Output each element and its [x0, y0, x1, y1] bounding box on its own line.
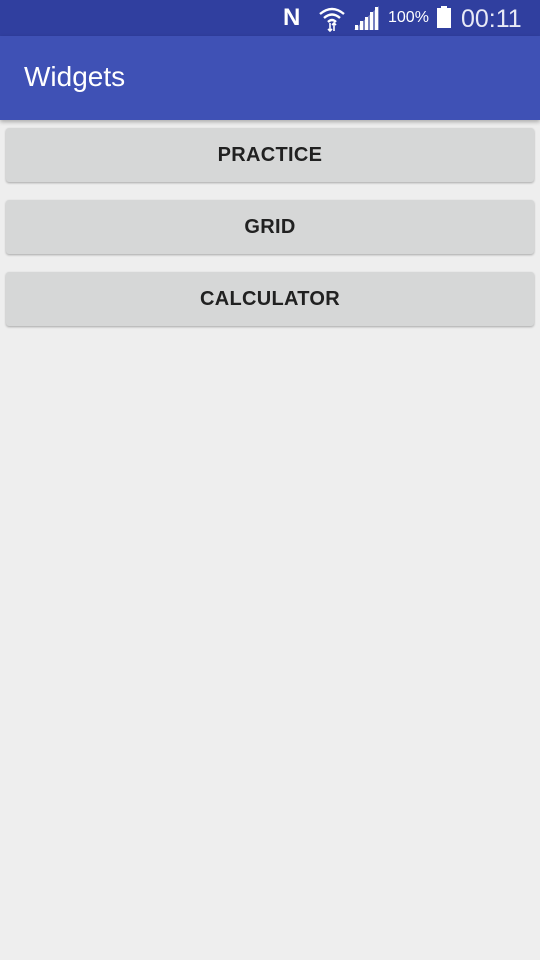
calculator-button[interactable]: CALCULATOR — [6, 272, 534, 326]
battery-icon — [437, 6, 451, 28]
n-icon: N — [283, 4, 301, 31]
app-bar: Widgets — [0, 36, 540, 120]
app-title: Widgets — [24, 61, 126, 92]
status-bar: N 100% 00:11 — [0, 0, 540, 36]
practice-button[interactable]: PRACTICE — [6, 128, 534, 182]
battery-percent: 100% — [388, 9, 429, 26]
wifi-icon — [319, 7, 345, 32]
grid-button[interactable]: GRID — [6, 200, 534, 254]
button-list: PRACTICE GRID CALCULATOR — [6, 128, 534, 344]
signal-icon — [354, 6, 379, 30]
clock: 00:11 — [461, 5, 522, 33]
